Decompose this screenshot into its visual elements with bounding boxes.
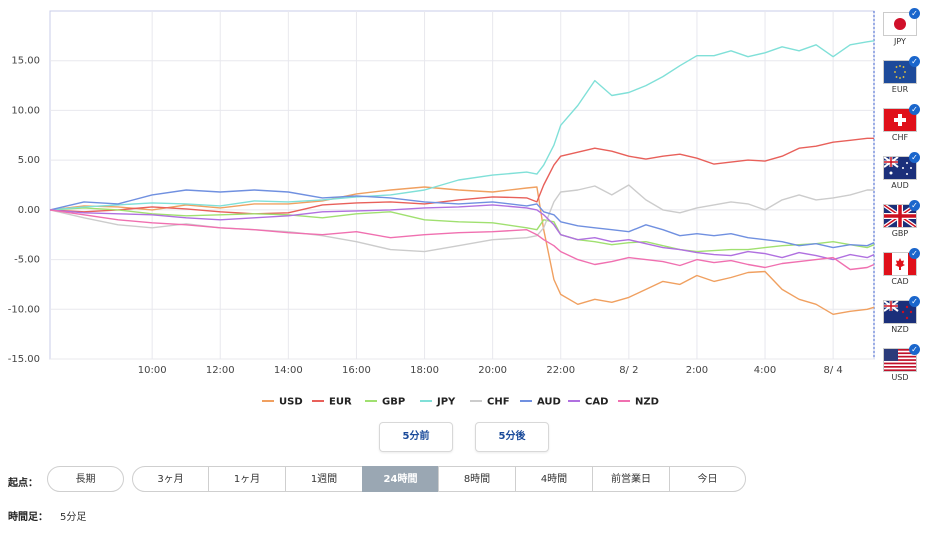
range-8-hours[interactable]: 8時間 — [438, 466, 516, 492]
y-axis-ticks: 15.00 10.00 5.00 0.00 -5.00 -10.00 -15.00 — [8, 56, 40, 365]
legend-item-nzd[interactable]: NZD — [618, 397, 659, 408]
timeframe-label: 時間足： — [8, 512, 48, 523]
legend-label: AUD — [537, 397, 561, 408]
x-tick-label: 4:00 — [754, 365, 776, 376]
x-tick-label: 18:00 — [410, 365, 439, 376]
x-tick-label: 8/ 4 — [823, 365, 842, 376]
plot-area — [49, 10, 875, 360]
x-tick-label: 20:00 — [478, 365, 507, 376]
timeframe-value: 5分足 — [60, 512, 87, 523]
range-24-hours[interactable]: 24時間 — [362, 466, 439, 492]
next-5min-button[interactable]: 5分後 — [475, 422, 549, 452]
flag-usd[interactable]: ✓ USD — [883, 344, 920, 388]
legend-label: GBP — [382, 397, 405, 408]
legend-label: CAD — [585, 397, 608, 408]
y-tick-label: 10.00 — [11, 105, 40, 116]
flag-label-usd: USD — [891, 373, 909, 382]
flag-nzd[interactable]: ✓ NZD — [883, 296, 920, 340]
legend-item-chf[interactable]: CHF — [470, 397, 510, 408]
range-4-hours[interactable]: 4時間 — [515, 466, 593, 492]
legend-label: USD — [279, 397, 303, 408]
checkmark-icon: ✓ — [909, 56, 920, 67]
x-tick-label: 14:00 — [274, 365, 303, 376]
prev-5min-button[interactable]: 5分前 — [379, 422, 453, 452]
legend-item-aud[interactable]: AUD — [520, 397, 561, 408]
range-today[interactable]: 今日 — [669, 466, 746, 492]
y-tick-label: -10.00 — [8, 304, 40, 315]
checkmark-icon: ✓ — [909, 8, 920, 19]
y-tick-label: 15.00 — [11, 56, 40, 67]
flag-chf[interactable]: ✓ CHF — [883, 104, 920, 148]
flag-label-jpy: JPY — [894, 37, 906, 46]
flag-label-chf: CHF — [891, 133, 909, 142]
x-axis-ticks: 10:00 12:00 14:00 16:00 18:00 20:00 22:00 8/ 2 2… — [138, 365, 843, 376]
legend-label: JPY — [436, 397, 456, 408]
x-tick-label: 22:00 — [546, 365, 575, 376]
flag-eur[interactable]: ✓ EUR — [883, 56, 920, 100]
checkmark-icon: ✓ — [909, 248, 920, 259]
legend-item-jpy[interactable]: JPY — [420, 397, 456, 408]
flag-cad[interactable]: ✓ CAD — [883, 248, 920, 292]
flag-jpy[interactable]: ✓ JPY — [883, 8, 920, 52]
line-chart: 15.00 10.00 5.00 0.00 -5.00 -10.00 -15.00 10:0… — [8, 10, 875, 408]
x-tick-label: 8/ 2 — [619, 365, 638, 376]
y-tick-label: -5.00 — [14, 255, 40, 266]
chart-grid — [49, 10, 875, 360]
flag-label-cad: CAD — [891, 277, 909, 286]
checkmark-icon: ✓ — [909, 344, 920, 355]
x-tick-label: 10:00 — [138, 365, 167, 376]
legend-item-gbp[interactable]: GBP — [365, 397, 405, 408]
legend-label: CHF — [487, 397, 510, 408]
flag-label-eur: EUR — [891, 85, 909, 94]
checkmark-icon: ✓ — [909, 104, 920, 115]
flag-aud[interactable]: ✓ AUD — [883, 152, 920, 196]
checkmark-icon: ✓ — [909, 200, 920, 211]
range-previous-business-day[interactable]: 前営業日 — [592, 466, 670, 492]
y-tick-label: 0.00 — [18, 205, 40, 216]
x-tick-label: 2:00 — [686, 365, 708, 376]
range-1-month[interactable]: 1ヶ月 — [208, 466, 286, 492]
legend-item-usd[interactable]: USD — [262, 397, 303, 408]
start-point-label: 起点： — [8, 478, 38, 489]
checkmark-icon: ✓ — [909, 152, 920, 163]
legend-label: EUR — [329, 397, 352, 408]
legend-item-cad[interactable]: CAD — [568, 397, 608, 408]
legend-label: NZD — [635, 397, 659, 408]
checkmark-icon: ✓ — [909, 296, 920, 307]
flag-label-nzd: NZD — [891, 325, 909, 334]
y-tick-label: 5.00 — [18, 155, 40, 166]
long-term-button[interactable]: 長期 — [47, 466, 124, 492]
x-tick-label: 16:00 — [342, 365, 371, 376]
flag-label-gbp: GBP — [891, 229, 909, 238]
y-tick-label: -15.00 — [8, 354, 40, 365]
legend-item-eur[interactable]: EUR — [312, 397, 352, 408]
range-3-months[interactable]: 3ヶ月 — [132, 466, 209, 492]
x-tick-label: 12:00 — [206, 365, 235, 376]
range-1-week[interactable]: 1週間 — [285, 466, 363, 492]
flag-gbp[interactable]: ✓ GBP — [883, 200, 920, 244]
chart-legend[interactable]: USD EUR GBP JPY CHF AUD CAD NZD — [262, 397, 659, 408]
flag-label-aud: AUD — [891, 181, 909, 190]
